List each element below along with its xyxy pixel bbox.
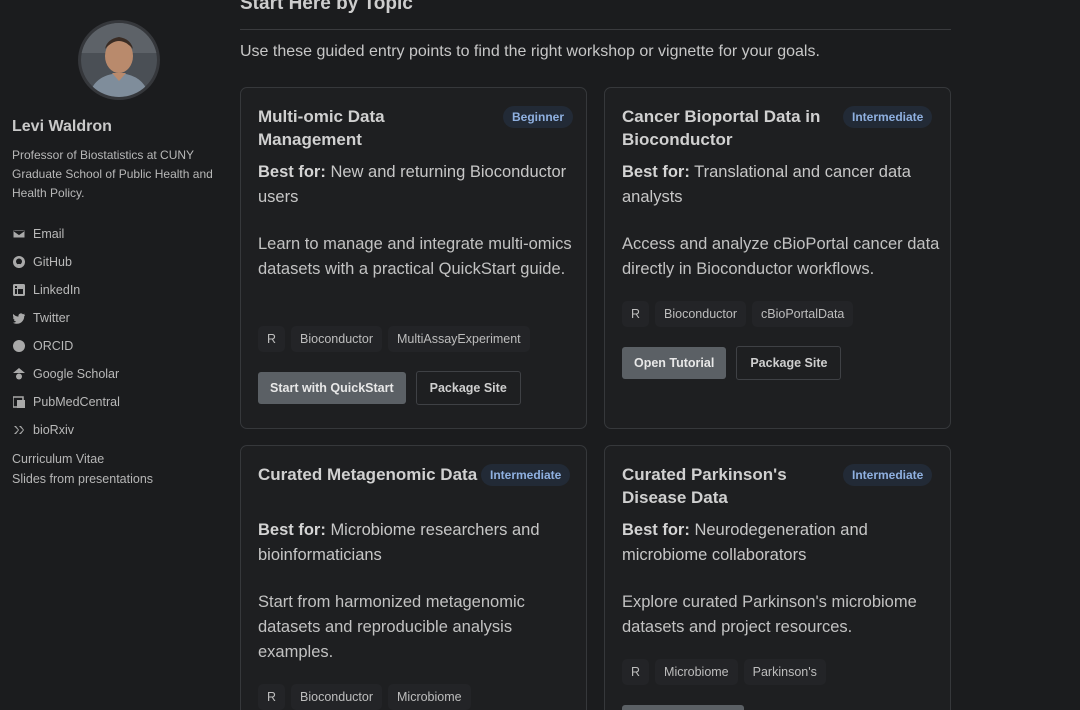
tag: R (258, 684, 286, 710)
open-tutorial-button[interactable]: Open Tutorial (622, 347, 727, 379)
card-primary-button[interactable] (622, 705, 744, 710)
tag: Bioconductor (655, 301, 746, 327)
card-actions (622, 705, 744, 710)
tag: Parkinson's (743, 659, 826, 685)
topic-card-multiomic: Multi-omic Data Management Beginner Best… (240, 87, 587, 429)
github-icon (12, 255, 26, 269)
author-bio: Professor of Biostatistics at CUNY Gradu… (12, 148, 213, 200)
card-description: Learn to manage and integrate multi-omic… (258, 235, 572, 278)
level-badge: Intermediate (481, 464, 571, 486)
twitter-icon (12, 311, 26, 325)
tag: R (622, 659, 650, 685)
best-for: Best for: Translational and cancer data … (622, 160, 940, 210)
pubmedcentral-link-label: PubMedCentral (33, 395, 120, 409)
tag-list: R Bioconductor cBioPortalData (622, 301, 854, 327)
tag-list: R Bioconductor MultiAssayExperiment (258, 326, 530, 352)
email-link[interactable]: Email (12, 220, 120, 248)
orcid-link-label: ORCID (33, 339, 74, 353)
topic-card-cbioportal: Cancer Bioportal Data in Bioconductor In… (604, 87, 951, 429)
author-sidebar: Levi Waldron Professor of Biostatistics … (0, 0, 228, 710)
cv-link[interactable]: Curriculum Vitae (12, 450, 153, 470)
github-link[interactable]: GitHub (12, 248, 120, 276)
best-for-label: Best for: (622, 521, 690, 539)
author-links: Email GitHub LinkedIn Twitter ORCID Goog… (12, 220, 120, 444)
tag-list: R Bioconductor Microbiome (258, 684, 471, 710)
tag-list: R Microbiome Parkinson's (622, 659, 826, 685)
author-photo (81, 23, 157, 97)
card-title: Multi-omic Data Management (258, 107, 385, 149)
tag: MultiAssayExperiment (388, 326, 530, 352)
orcid-icon (12, 339, 26, 353)
slides-link[interactable]: Slides from presentations (12, 470, 153, 490)
card-actions: Start with QuickStart Package Site (258, 371, 521, 405)
section-title: Start Here by Topic (240, 0, 413, 14)
biorxiv-link-label: bioRxiv (33, 423, 74, 437)
best-for: Best for: Microbiome researchers and bio… (258, 518, 576, 568)
card-description: Explore curated Parkinson's microbiome d… (622, 593, 917, 636)
best-for-label: Best for: (258, 163, 326, 181)
card-title: Curated Parkinson's Disease Data (622, 465, 787, 507)
card-description: Start from harmonized metagenomic datase… (258, 593, 525, 661)
package-site-button[interactable]: Package Site (415, 371, 521, 405)
linkedin-icon (12, 283, 26, 297)
tag: R (258, 326, 286, 352)
tag: Microbiome (655, 659, 738, 685)
linkedin-link-label: LinkedIn (33, 283, 81, 297)
topic-card-metagenomic: Curated Metagenomic Data Intermediate Be… (240, 445, 587, 710)
card-actions: Open Tutorial Package Site (622, 346, 842, 380)
intro-text: Use these guided entry points to find th… (240, 43, 820, 60)
avatar (78, 20, 160, 100)
google-scholar-link[interactable]: Google Scholar (12, 360, 120, 388)
tag: Bioconductor (291, 684, 382, 710)
envelope-icon (12, 227, 26, 241)
title-divider (240, 29, 951, 30)
linkedin-link[interactable]: LinkedIn (12, 276, 120, 304)
tag: R (622, 301, 650, 327)
card-title: Cancer Bioportal Data in Bioconductor (622, 107, 821, 149)
tag: cBioPortalData (752, 301, 854, 327)
package-site-button[interactable]: Package Site (736, 346, 842, 380)
level-badge: Beginner (503, 106, 574, 128)
level-badge: Intermediate (843, 464, 933, 486)
github-link-label: GitHub (33, 255, 72, 269)
tag: Bioconductor (291, 326, 382, 352)
author-name: Levi Waldron (12, 118, 112, 135)
orcid-link[interactable]: ORCID (12, 332, 120, 360)
email-link-label: Email (33, 227, 65, 241)
best-for-label: Best for: (622, 163, 690, 181)
google-scholar-icon (12, 367, 26, 381)
extra-links: Curriculum Vitae Slides from presentatio… (12, 450, 153, 489)
best-for-label: Best for: (258, 521, 326, 539)
pubmedcentral-link[interactable]: PubMedCentral (12, 388, 120, 416)
pubmedcentral-icon (12, 395, 26, 409)
level-badge: Intermediate (843, 106, 933, 128)
topic-card-parkinsons: Curated Parkinson's Disease Data Interme… (604, 445, 951, 710)
card-title: Curated Metagenomic Data (258, 465, 478, 484)
twitter-link-label: Twitter (33, 311, 70, 325)
start-quickstart-button[interactable]: Start with QuickStart (258, 372, 406, 404)
biorxiv-icon (12, 423, 26, 437)
best-for: Best for: Neurodegeneration and microbio… (622, 518, 940, 568)
twitter-link[interactable]: Twitter (12, 304, 120, 332)
card-description: Access and analyze cBioPortal cancer dat… (622, 235, 940, 278)
biorxiv-link[interactable]: bioRxiv (12, 416, 120, 444)
best-for: Best for: New and returning Bioconductor… (258, 160, 576, 210)
tag: Microbiome (388, 684, 471, 710)
google-scholar-link-label: Google Scholar (33, 367, 120, 381)
